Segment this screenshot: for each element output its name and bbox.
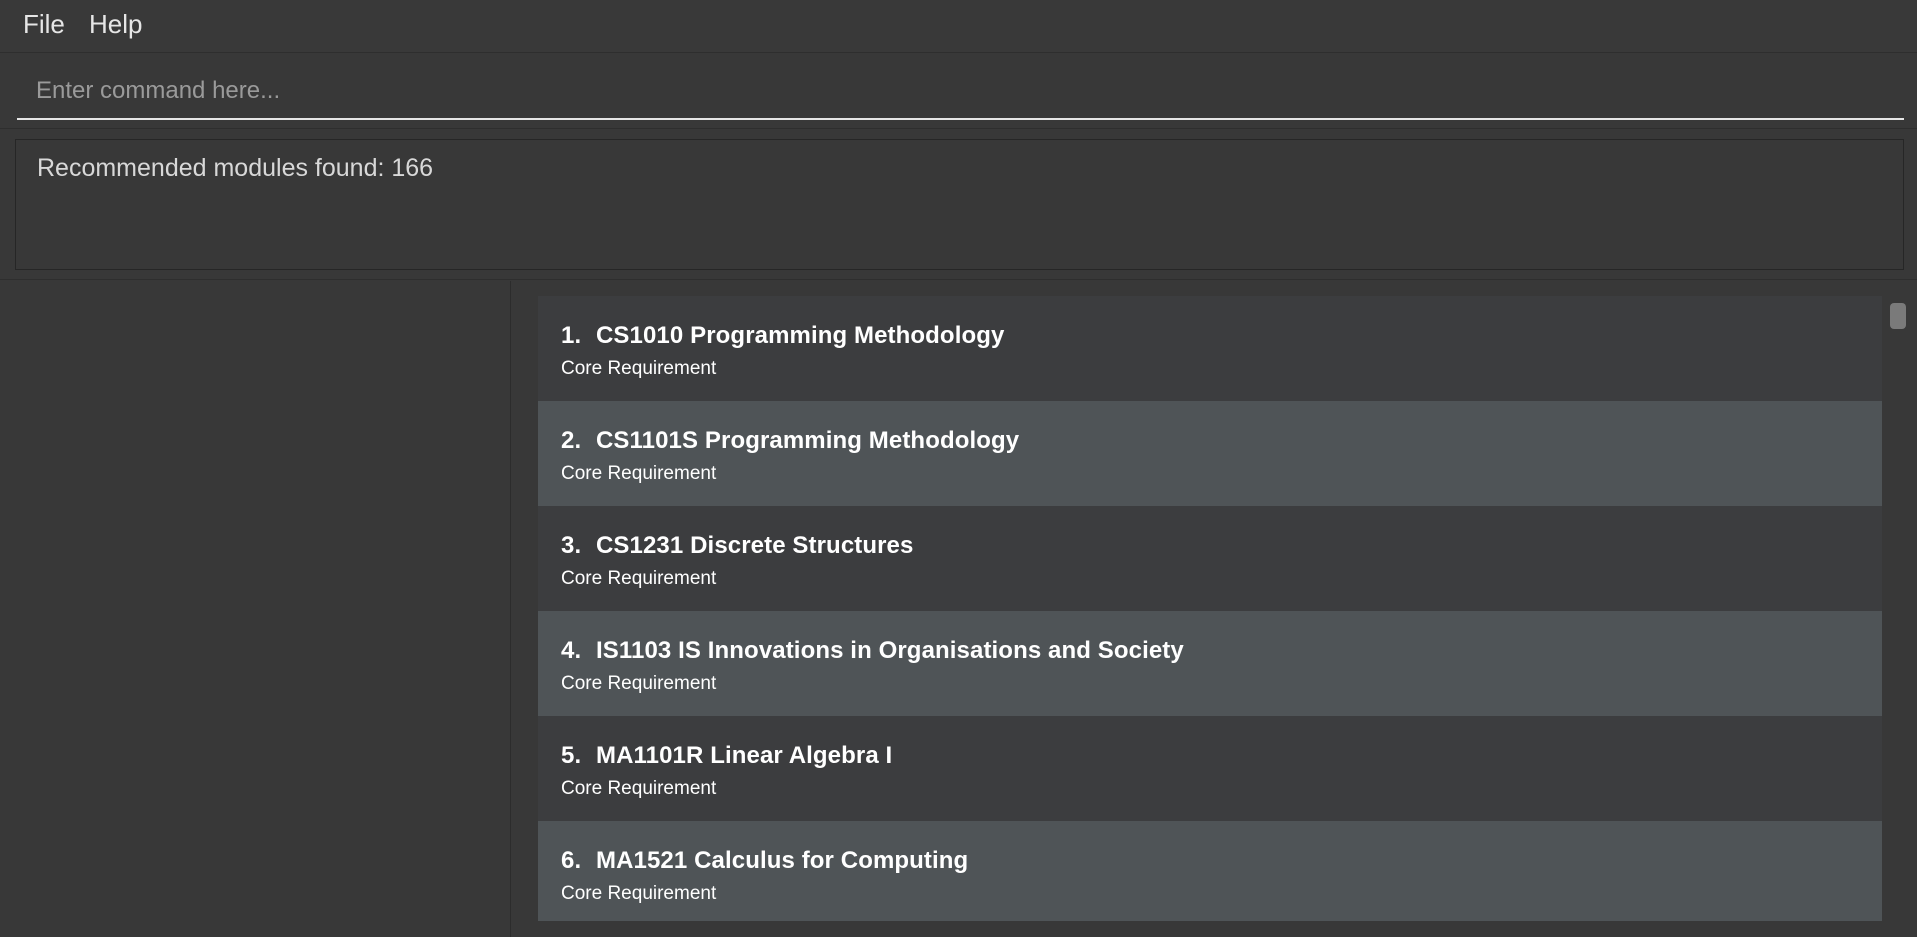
module-card[interactable]: 2. CS1101S Programming Methodology Core … — [538, 401, 1882, 506]
module-code: MA1101R — [596, 742, 704, 769]
module-card[interactable]: 5. MA1101R Linear Algebra I Core Require… — [538, 716, 1882, 821]
module-code: CS1010 — [596, 322, 684, 349]
module-code: MA1521 — [596, 847, 688, 874]
module-type: Core Requirement — [561, 778, 717, 799]
module-title: 3. CS1231 Discrete Structures — [561, 532, 1882, 560]
command-box — [0, 54, 1917, 129]
menu-help[interactable]: Help — [89, 9, 142, 40]
module-title: 2. CS1101S Programming Methodology — [561, 427, 1882, 455]
module-index: 4. — [561, 637, 582, 664]
module-code: IS1103 — [596, 637, 672, 664]
module-title: 6. MA1521 Calculus for Computing — [561, 847, 1882, 875]
module-title: 5. MA1101R Linear Algebra I — [561, 742, 1882, 770]
module-name: Programming Methodology — [704, 427, 1020, 454]
module-name: Calculus for Computing — [694, 847, 969, 874]
module-type: Core Requirement — [561, 883, 717, 904]
module-name: Linear Algebra I — [710, 742, 893, 769]
module-index: 6. — [561, 847, 582, 874]
menu-file[interactable]: File — [23, 9, 65, 40]
result-message: Recommended modules found: 166 — [37, 154, 434, 182]
module-index: 1. — [561, 322, 582, 349]
side-panel — [0, 281, 511, 937]
module-index: 2. — [561, 427, 582, 454]
vertical-scrollbar[interactable] — [1880, 281, 1917, 937]
module-card[interactable]: 3. CS1231 Discrete Structures Core Requi… — [538, 506, 1882, 611]
module-type: Core Requirement — [561, 358, 717, 379]
module-name: Discrete Structures — [690, 532, 914, 559]
module-code: CS1231 — [596, 532, 684, 559]
module-name: IS Innovations in Organisations and Soci… — [678, 637, 1184, 664]
scrollbar-thumb[interactable] — [1890, 303, 1906, 329]
module-code: CS1101S — [596, 427, 699, 454]
module-type: Core Requirement — [561, 568, 717, 589]
module-index: 5. — [561, 742, 582, 769]
module-type: Core Requirement — [561, 463, 717, 484]
command-input[interactable] — [17, 64, 1904, 120]
result-box: Recommended modules found: 166 — [15, 139, 1904, 270]
module-index: 3. — [561, 532, 582, 559]
module-list: 1. CS1010 Programming Methodology Core R… — [538, 296, 1882, 921]
module-type: Core Requirement — [561, 673, 717, 694]
module-card[interactable]: 4. IS1103 IS Innovations in Organisation… — [538, 611, 1882, 716]
module-card[interactable]: 6. MA1521 Calculus for Computing Core Re… — [538, 821, 1882, 921]
module-list-panel: 1. CS1010 Programming Methodology Core R… — [512, 281, 1917, 937]
menu-bar: File Help — [0, 0, 1917, 53]
module-name: Programming Methodology — [690, 322, 1005, 349]
module-title: 1. CS1010 Programming Methodology — [561, 322, 1882, 350]
result-display: Recommended modules found: 166 — [0, 130, 1917, 280]
module-title: 4. IS1103 IS Innovations in Organisation… — [561, 637, 1882, 665]
module-card[interactable]: 1. CS1010 Programming Methodology Core R… — [538, 296, 1882, 401]
